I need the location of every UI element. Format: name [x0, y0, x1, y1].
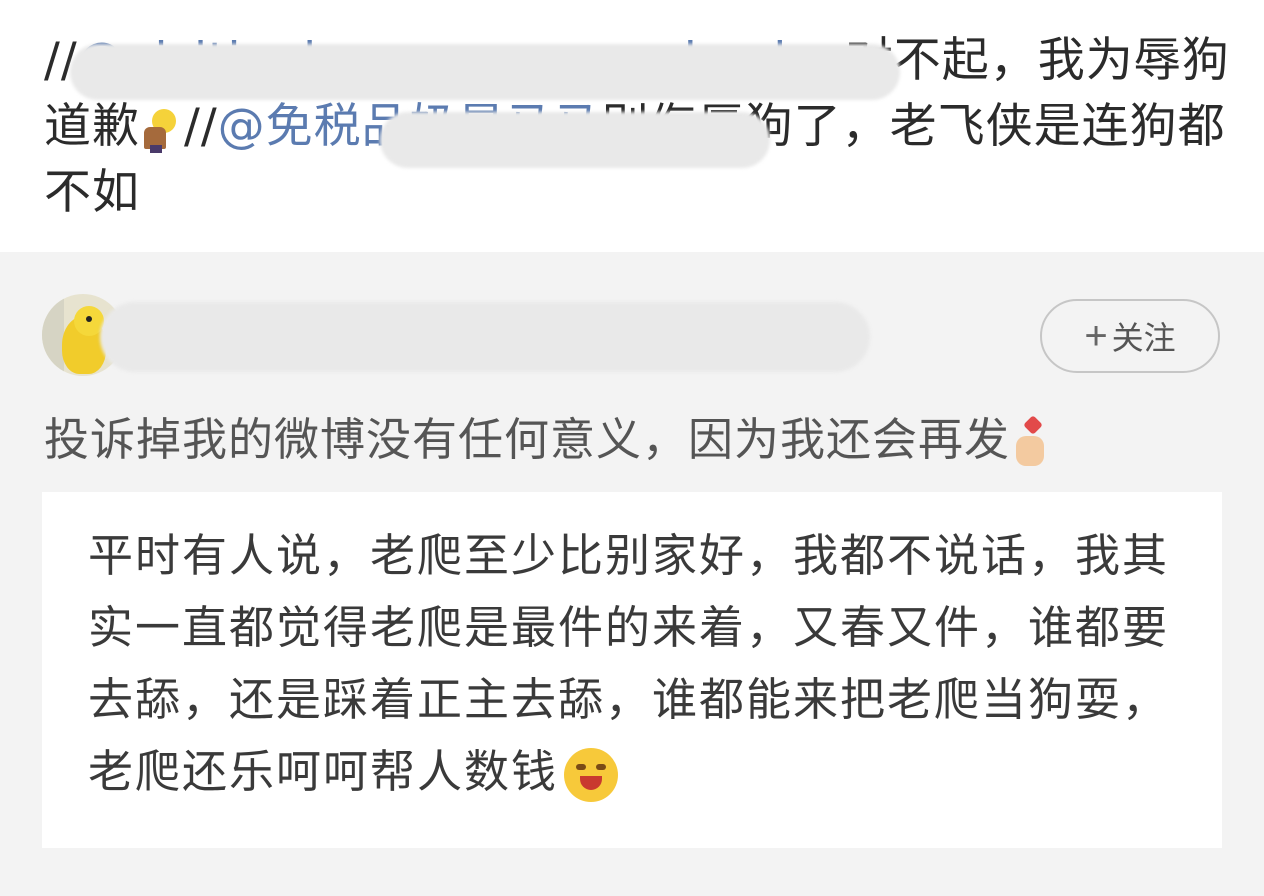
follow-label: 关注	[1111, 320, 1176, 356]
quoted-post[interactable]: 平时有人说，老爬至少比别家好，我都不说话，我其实一直都觉得老爬是最件的来着，又春…	[42, 492, 1222, 848]
redaction-smudge	[380, 112, 770, 168]
follow-button[interactable]: + 关注	[1040, 299, 1220, 373]
repost-text: 投诉掉我的微博没有任何意义，因为我还会再发	[44, 410, 1050, 470]
plus-icon: +	[1084, 314, 1108, 358]
repost-body: 投诉掉我的微博没有任何意义，因为我还会再发	[44, 413, 1011, 466]
quoted-text: 平时有人说，老爬至少比别家好，我都不说话，我其实一直都觉得老爬是最件的来着，又春…	[88, 520, 1188, 808]
finger-heart-icon	[1012, 415, 1050, 468]
original-post: //@visitinghourswereoverdayday对不起，我为辱狗道歉…	[0, 0, 1264, 252]
repost-card[interactable]: visitinghourswereoverdayday + 关注 投诉掉我的微博…	[0, 252, 1264, 896]
redaction-smudge	[70, 44, 900, 100]
drooling-face-icon	[564, 748, 619, 802]
repost-separator: //	[184, 99, 218, 154]
quoted-body: 平时有人说，老爬至少比别家好，我都不说话，我其实一直都觉得老爬是最件的来着，又春…	[88, 529, 1170, 798]
redaction-smudge	[100, 302, 870, 372]
lightbulb-person-icon	[142, 107, 182, 153]
